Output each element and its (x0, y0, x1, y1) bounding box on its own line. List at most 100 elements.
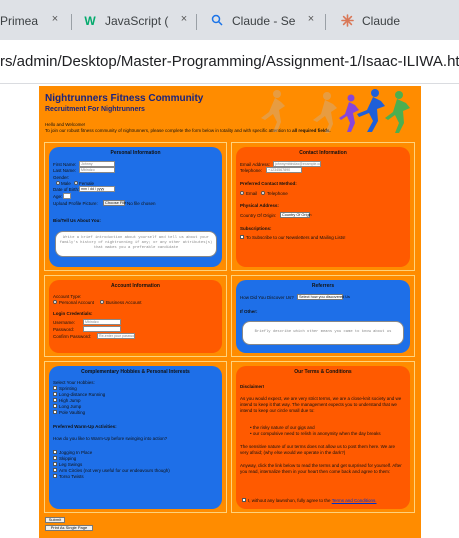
terms-paragraph-2: The sensitive nature of our terms does n… (240, 444, 395, 455)
disclaimer-label: Disclaimer! (240, 384, 265, 389)
address-bar[interactable]: rs/admin/Desktop/Master-Programming/Assi… (0, 40, 459, 84)
personal-title: Personal Information (110, 150, 161, 156)
claude-icon (340, 14, 354, 28)
warmup-label-item: Jogging In Place (59, 450, 93, 455)
account-business-radio[interactable] (100, 300, 104, 304)
dob-input[interactable]: mm / dd / yyyy (79, 186, 115, 192)
hobby-label: Pole Vaulting (59, 410, 86, 415)
warmup-checkbox[interactable] (53, 468, 57, 472)
password-input[interactable] (83, 326, 121, 332)
gender-female-radio[interactable] (74, 181, 78, 185)
account-business-label: Business Account (106, 300, 142, 305)
hobbies-select-label: Select Your Hobbies: (53, 380, 95, 385)
warmup-label: Preferred Warm-Up Activities: (53, 424, 117, 429)
subscribe-label: To Subscribe to our Newsletters and Mail… (246, 235, 346, 240)
last-name-input[interactable]: Mbindzo (79, 167, 115, 173)
warmup-label-item: Torso Twists (59, 474, 84, 479)
contact-email-label: Email (246, 191, 258, 196)
account-section: Account Information Account Type: Person… (44, 275, 227, 357)
hobby-checkbox[interactable] (53, 392, 57, 396)
tab-claude-search[interactable]: Claude - Se × (210, 8, 318, 34)
bio-label: Bio/Tell Us About You: (53, 218, 101, 223)
hobby-checkbox[interactable] (53, 404, 57, 408)
hobby-checkbox[interactable] (53, 386, 57, 390)
account-title: Account Information (111, 283, 160, 289)
warmup-question: How do you like to Warm-Up before swingi… (53, 436, 168, 441)
last-name-label: Last Name: (53, 168, 77, 173)
tab-label: JavaScript ( (105, 14, 169, 28)
terms-bullet-text: the risky nature of our gigs and (252, 425, 315, 430)
warmup-checkbox[interactable] (53, 474, 57, 478)
referrers-panel: Referrers How Did You Discover Us? Selec… (236, 280, 410, 353)
warmup-checkbox[interactable] (53, 450, 57, 454)
terms-bullet-text: our compulsive need to relish in anonymi… (252, 431, 381, 436)
confirm-password-input[interactable]: Re-enter your password (97, 333, 135, 339)
w3schools-icon: W (84, 14, 96, 28)
other-label: If Other: (240, 309, 258, 314)
close-icon[interactable]: × (304, 13, 318, 25)
terms-panel: Our Terms & Conditions Disclaimer! As yo… (236, 366, 410, 509)
discover-select[interactable]: Select how you discovered Us (297, 294, 350, 300)
warmup-label-item: Leg Swings (59, 462, 83, 467)
tab-claude[interactable]: Claude (340, 8, 450, 34)
phone-input[interactable]: +1234567890 (266, 167, 302, 173)
phone-label: Telephone: (240, 168, 263, 173)
hobby-checkbox[interactable] (53, 398, 57, 402)
login-label: Login Credentials: (53, 311, 93, 316)
hobbies-title: Complementary Hobbies & Personal Interes… (81, 369, 190, 375)
browser-tab-bar: Primea × W JavaScript ( × Claude - Se × … (0, 0, 459, 40)
tab-label: Claude (362, 14, 401, 28)
warmup-label-item: Arm Circles (not very useful for our end… (59, 468, 170, 473)
bio-textarea[interactable]: Write a brief introduction about yoursel… (55, 231, 217, 257)
country-select[interactable]: Country Of Origin (280, 212, 312, 218)
country-label: Country Of Origin: (240, 213, 277, 218)
username-input[interactable]: Mbindzo (83, 319, 121, 325)
close-icon[interactable]: × (177, 13, 191, 25)
hobby-checkbox[interactable] (53, 410, 57, 414)
terms-paragraph-1: As you would expect, we are very strict … (240, 396, 402, 413)
hobbies-panel: Complementary Hobbies & Personal Interes… (49, 366, 222, 509)
form-sheet: Nightrunners Fitness Community Recruitme… (39, 86, 421, 538)
print-button[interactable]: Print As Single Page (45, 525, 93, 531)
page-viewport: Nightrunners Fitness Community Recruitme… (0, 84, 459, 538)
account-personal-label: Personal Account (59, 300, 95, 305)
age-input[interactable] (63, 193, 71, 199)
hobby-label: Long-distance Running (59, 392, 106, 397)
gender-male-label: Male (61, 181, 71, 186)
warmup-checkbox[interactable] (53, 462, 57, 466)
account-type-label: Account Type: (53, 294, 82, 299)
page-subtitle: Recruitment For Nightrunners (45, 106, 145, 113)
tab-javascript[interactable]: W JavaScript ( × (83, 8, 191, 34)
tab-label: Primea (0, 14, 39, 28)
tab-separator (325, 14, 326, 30)
gender-label: Gender: (53, 175, 70, 180)
agree-checkbox[interactable] (242, 498, 246, 502)
terms-link[interactable]: Terms and Conditions. (332, 498, 377, 503)
file-status: No file chosen (127, 201, 156, 206)
terms-bullets: • the risky nature of our gigs and • our… (250, 425, 400, 437)
subscribe-checkbox[interactable] (240, 235, 244, 239)
referrers-section: Referrers How Did You Discover Us? Selec… (231, 275, 415, 357)
username-label: Username: (53, 320, 76, 325)
hobby-label: Long Jump (59, 404, 82, 409)
warmup-checkbox[interactable] (53, 456, 57, 460)
first-name-label: First Name: (53, 162, 77, 167)
gender-male-radio[interactable] (56, 181, 60, 185)
runners-banner-image (261, 89, 410, 133)
close-icon[interactable]: × (48, 13, 60, 25)
contact-phone-radio[interactable] (261, 191, 265, 195)
terms-paragraph-3: Anyway, click the link below to read the… (240, 463, 402, 474)
contact-email-radio[interactable] (240, 191, 244, 195)
agree-text: I, without any lawnshon, fully agree to … (248, 498, 377, 503)
account-personal-radio[interactable] (53, 300, 57, 304)
referrers-title: Referrers (311, 283, 335, 289)
tab-label: Claude - Se (232, 14, 296, 28)
confirm-label: Confirm Password: (53, 334, 92, 339)
submit-button[interactable]: Submit (45, 517, 65, 523)
choose-file-button[interactable]: Choose File (103, 200, 126, 206)
account-panel: Account Information Account Type: Person… (49, 280, 222, 353)
other-textarea[interactable]: Briefly describe which other means you c… (242, 321, 404, 345)
tab-primea[interactable]: Primea × (0, 8, 60, 34)
contact-title: Contact Information (299, 150, 347, 156)
url-text[interactable]: rs/admin/Desktop/Master-Programming/Assi… (0, 53, 459, 70)
